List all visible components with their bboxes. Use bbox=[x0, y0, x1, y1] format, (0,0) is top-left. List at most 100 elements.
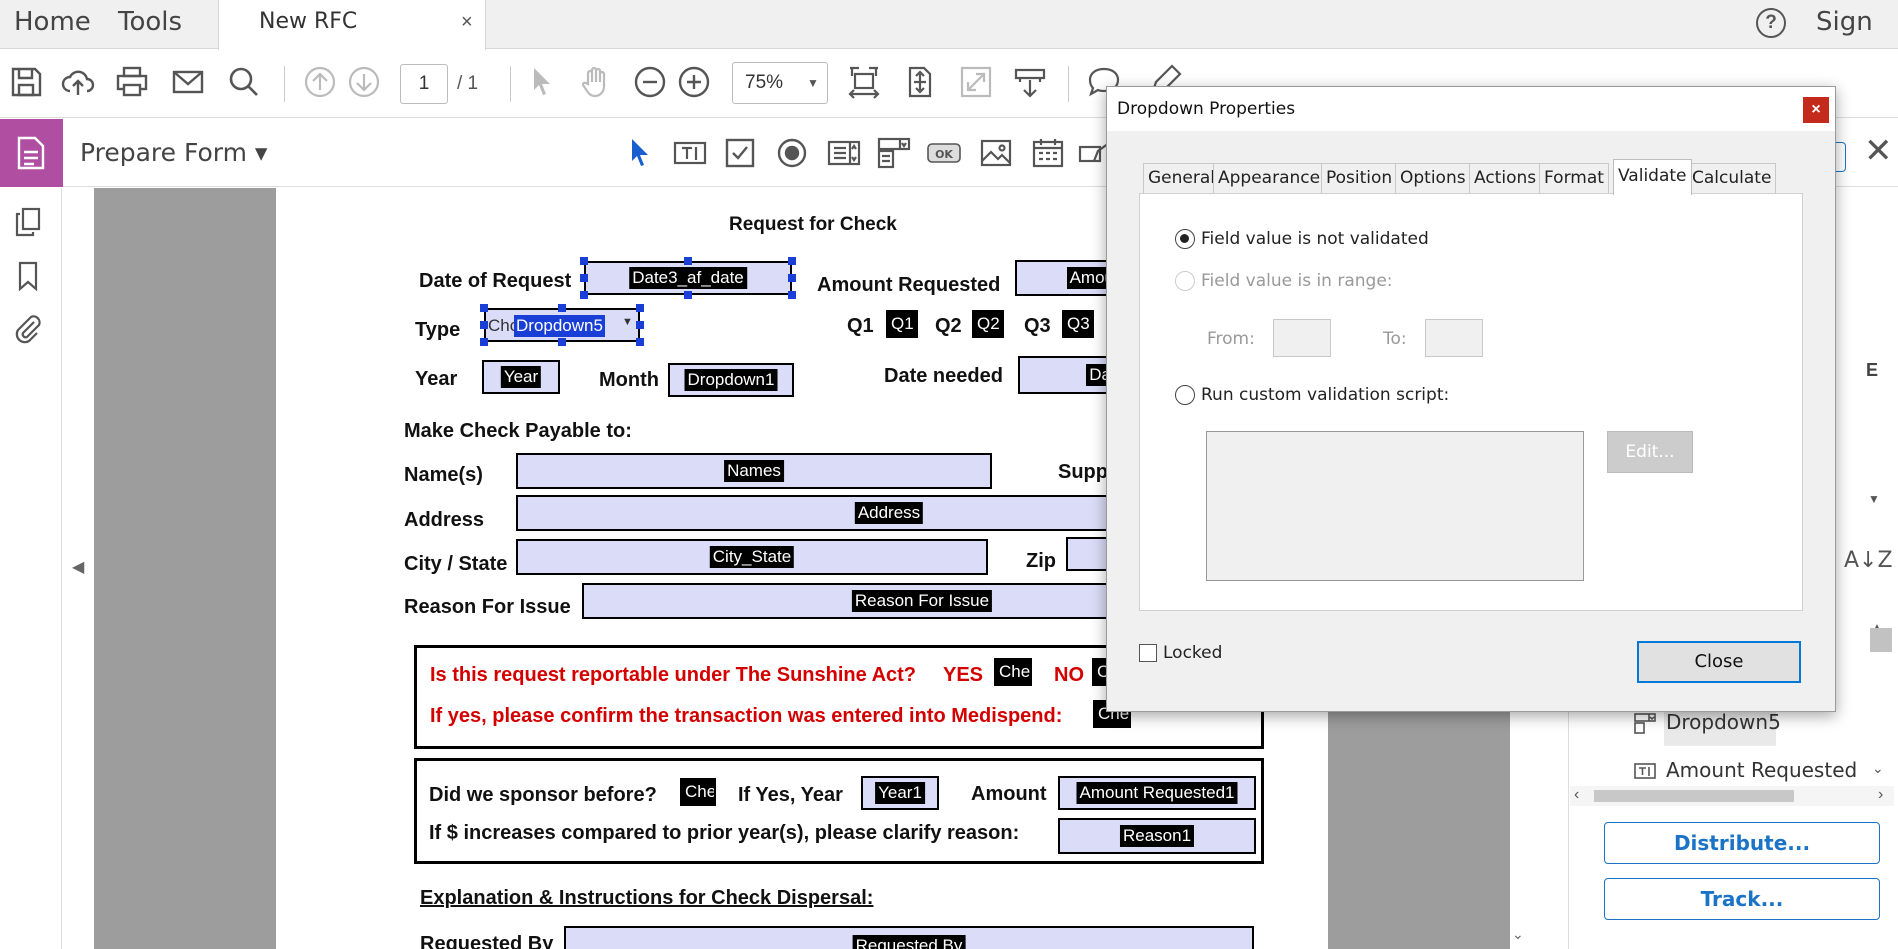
edit-button[interactable]: Edit... bbox=[1607, 431, 1693, 473]
distribute-button[interactable]: Distribute... bbox=[1604, 822, 1880, 864]
document-tab[interactable]: New RFC 01.11.22_... × bbox=[218, 0, 486, 78]
resize-handle[interactable] bbox=[684, 291, 692, 299]
tab-format[interactable]: Format bbox=[1539, 163, 1609, 193]
locked-checkbox[interactable] bbox=[1139, 644, 1157, 662]
resize-handle[interactable] bbox=[788, 257, 796, 265]
tools-tab[interactable]: Tools bbox=[118, 0, 182, 49]
resize-handle[interactable] bbox=[580, 274, 588, 282]
from-input[interactable] bbox=[1273, 319, 1331, 357]
resize-handle[interactable] bbox=[788, 291, 796, 299]
resize-handle[interactable] bbox=[480, 321, 488, 329]
resize-handle[interactable] bbox=[636, 304, 644, 312]
resize-handle[interactable] bbox=[636, 321, 644, 329]
tab-appearance[interactable]: Appearance bbox=[1213, 163, 1326, 193]
save-icon[interactable] bbox=[8, 64, 44, 100]
button-tool-icon[interactable]: OK bbox=[926, 135, 962, 171]
hand-icon[interactable] bbox=[578, 64, 614, 100]
city-field[interactable]: City_State bbox=[516, 539, 988, 575]
track-button[interactable]: Track... bbox=[1604, 878, 1880, 920]
tab-calculate[interactable]: Calculate bbox=[1687, 163, 1777, 193]
resize-handle[interactable] bbox=[480, 304, 488, 312]
close-icon[interactable]: ✕ bbox=[1864, 131, 1893, 171]
panel-scrollbar[interactable]: ▲ ⌄ bbox=[1868, 622, 1894, 782]
close-icon[interactable]: × bbox=[461, 0, 473, 44]
to-input[interactable] bbox=[1425, 319, 1483, 357]
date-tool-icon[interactable] bbox=[1030, 135, 1066, 171]
radio-in-range[interactable] bbox=[1175, 271, 1195, 291]
resize-handle[interactable] bbox=[480, 338, 488, 346]
select-arrow-icon[interactable] bbox=[524, 64, 560, 100]
sign-in-link[interactable]: Sign In bbox=[1816, 0, 1898, 81]
image-tool-icon[interactable] bbox=[978, 135, 1014, 171]
resize-handle[interactable] bbox=[788, 274, 796, 282]
radio-tool-icon[interactable] bbox=[774, 135, 810, 171]
resize-handle[interactable] bbox=[558, 338, 566, 346]
tab-options[interactable]: Options bbox=[1395, 163, 1471, 193]
q1-field[interactable]: Q1 bbox=[886, 310, 918, 338]
resize-handle[interactable] bbox=[580, 291, 588, 299]
tab-validate[interactable]: Validate bbox=[1613, 159, 1692, 195]
mail-icon[interactable] bbox=[170, 64, 206, 100]
resize-handle[interactable] bbox=[580, 257, 588, 265]
full-screen-icon[interactable] bbox=[958, 64, 994, 100]
checkbox-tool-icon[interactable] bbox=[722, 135, 758, 171]
amount1-field[interactable]: Amount Requested1 bbox=[1058, 776, 1256, 810]
select-tool-icon[interactable] bbox=[622, 135, 658, 171]
date-field[interactable]: Date3_af_date bbox=[584, 261, 792, 295]
chevron-left-icon[interactable]: ◀ bbox=[72, 557, 84, 577]
type-dropdown[interactable]: Chc Dropdown5 ▼ bbox=[484, 308, 640, 342]
fit-width-icon[interactable] bbox=[846, 64, 882, 100]
home-tab[interactable]: Home bbox=[14, 0, 91, 49]
resize-handle[interactable] bbox=[684, 257, 692, 265]
tab-position[interactable]: Position bbox=[1321, 163, 1398, 193]
date-needed-field[interactable]: Da bbox=[1018, 356, 1112, 394]
tab-general[interactable]: General bbox=[1143, 163, 1220, 193]
radio-not-validated[interactable] bbox=[1175, 229, 1195, 249]
next-page-icon[interactable] bbox=[346, 64, 382, 100]
close-button[interactable]: Close bbox=[1637, 641, 1801, 683]
zoom-out-icon[interactable] bbox=[632, 64, 668, 100]
fit-page-icon[interactable] bbox=[902, 64, 938, 100]
requested-by-field[interactable]: Requested By bbox=[564, 926, 1254, 949]
tab-actions[interactable]: Actions bbox=[1469, 163, 1542, 193]
upload-cloud-icon[interactable] bbox=[60, 64, 96, 100]
sponsor-checkbox[interactable]: Che bbox=[680, 778, 716, 806]
dropdown-tool-icon[interactable] bbox=[876, 135, 912, 171]
zoom-select[interactable]: 75% ▼ bbox=[732, 62, 828, 104]
sort-az-icon[interactable]: A↓Z bbox=[1844, 548, 1893, 573]
month-dropdown[interactable]: Dropdown1 bbox=[668, 363, 794, 397]
pages-icon[interactable] bbox=[12, 206, 44, 238]
year1-field[interactable]: Year1 bbox=[861, 776, 939, 810]
resize-handle[interactable] bbox=[636, 338, 644, 346]
q2-field[interactable]: Q2 bbox=[972, 310, 1004, 338]
text-field-tool-icon[interactable] bbox=[672, 135, 708, 171]
amount-field[interactable]: Amou bbox=[1015, 260, 1113, 296]
bookmark-icon[interactable] bbox=[12, 260, 44, 292]
names-field[interactable]: Names bbox=[516, 453, 992, 489]
radio-custom-script[interactable] bbox=[1175, 385, 1195, 405]
list-box-tool-icon[interactable] bbox=[826, 135, 862, 171]
close-icon[interactable]: × bbox=[1803, 97, 1829, 123]
resize-handle[interactable] bbox=[558, 304, 566, 312]
q3-field[interactable]: Q3 bbox=[1062, 310, 1094, 338]
panel-horizontal-scrollbar[interactable]: ‹ › bbox=[1570, 786, 1894, 806]
yes-checkbox[interactable]: Che bbox=[994, 658, 1032, 686]
prepare-form-title[interactable]: Prepare Form ▾ bbox=[80, 119, 267, 187]
reason1-field[interactable]: Reason1 bbox=[1058, 818, 1256, 854]
zoom-in-icon[interactable] bbox=[676, 64, 712, 100]
year-field[interactable]: Year bbox=[482, 360, 560, 394]
help-icon[interactable]: ? bbox=[1756, 8, 1786, 38]
attachment-icon[interactable] bbox=[12, 312, 44, 344]
chevron-down-icon[interactable]: ▼ bbox=[1868, 492, 1880, 506]
field-item-dropdown5[interactable]: Dropdown5 bbox=[1666, 710, 1781, 734]
previous-page-icon[interactable] bbox=[302, 64, 338, 100]
page-number-input[interactable]: 1 bbox=[400, 64, 448, 104]
search-icon[interactable] bbox=[226, 64, 262, 100]
dialog-titlebar[interactable]: Dropdown Properties × bbox=[1107, 87, 1835, 131]
address-field[interactable]: Address bbox=[516, 495, 1114, 531]
chevron-down-icon[interactable]: ⌄ bbox=[1512, 926, 1524, 943]
field-item-amount-requested[interactable]: Amount Requested bbox=[1666, 758, 1857, 782]
scroll-mode-icon[interactable] bbox=[1012, 64, 1048, 100]
reason-field[interactable]: Reason For Issue bbox=[582, 583, 1114, 619]
print-icon[interactable] bbox=[114, 64, 150, 100]
